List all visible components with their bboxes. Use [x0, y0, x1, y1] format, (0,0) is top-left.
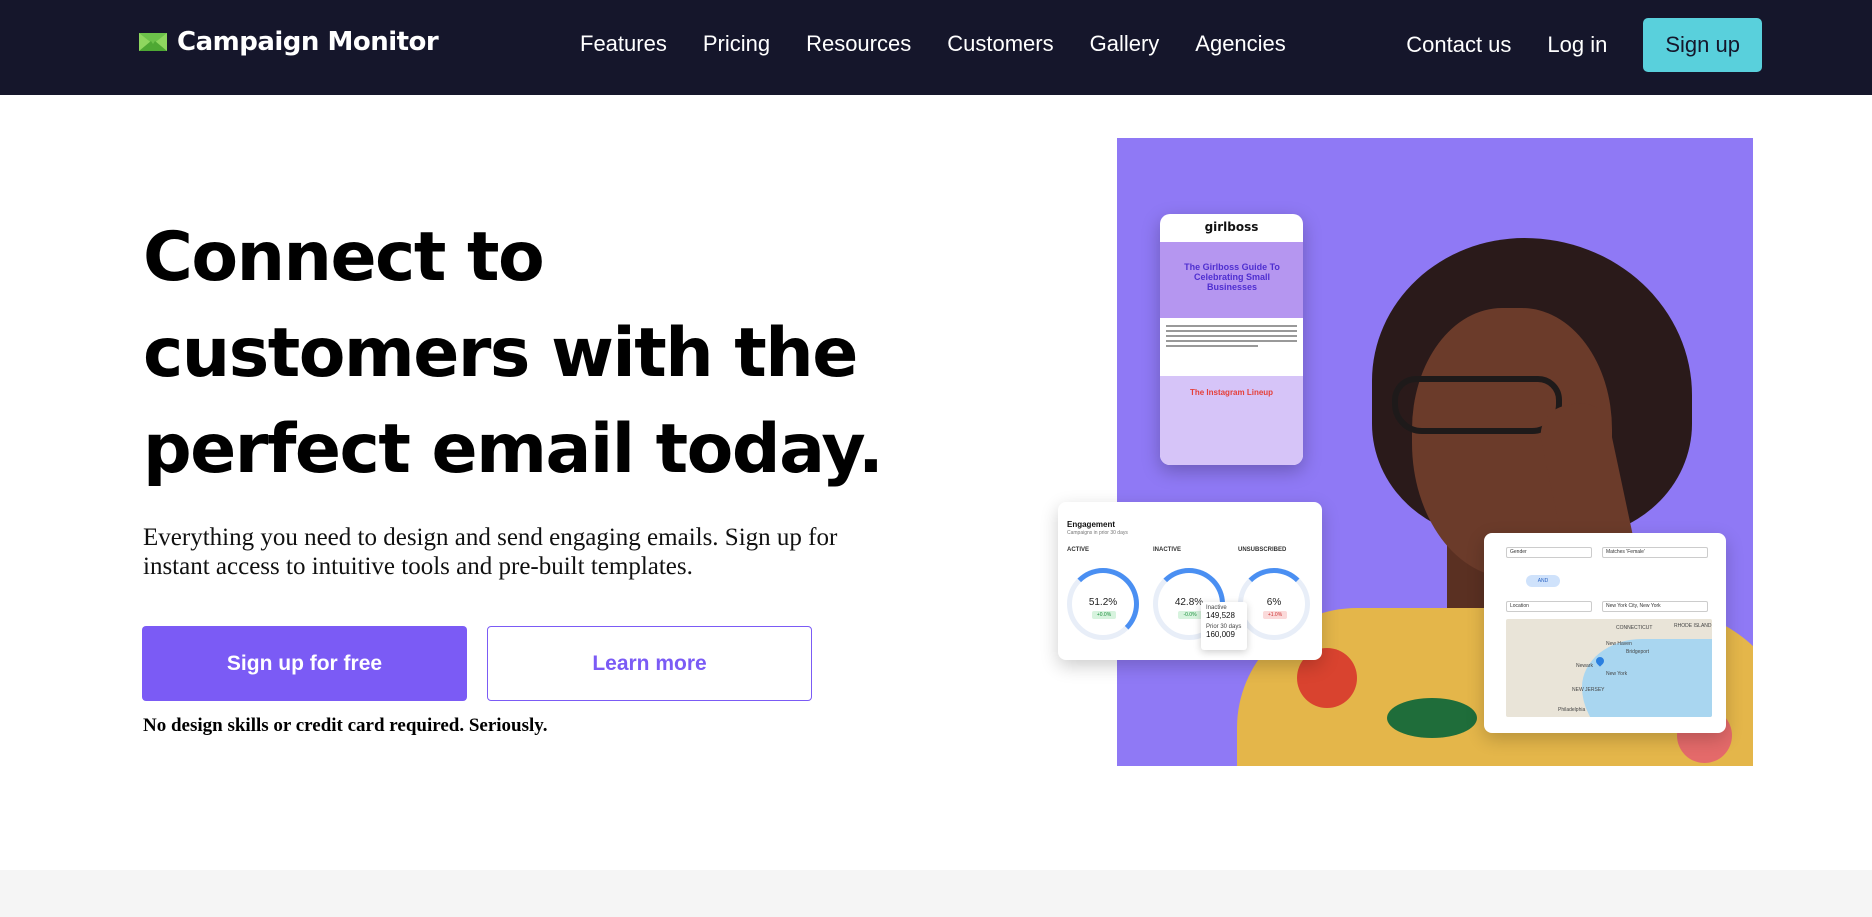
tooltip-prior-value: 160,009	[1206, 630, 1235, 639]
signup-free-button[interactable]: Sign up for free	[142, 626, 467, 701]
map-label: New York	[1606, 671, 1628, 677]
map-label: RHODE ISLAND	[1674, 623, 1712, 629]
hero-title: Connect to customers with the perfect em…	[143, 218, 884, 489]
email-banner-title: The Girlboss Guide To Celebrating Small …	[1184, 262, 1280, 292]
signup-button[interactable]: Sign up	[1643, 18, 1762, 72]
shirt-leaf	[1387, 698, 1477, 738]
contact-link[interactable]: Contact us	[1406, 32, 1511, 58]
nav-link-agencies[interactable]: Agencies	[1195, 31, 1286, 57]
tooltip-value: 149,528	[1206, 611, 1235, 620]
nav-link-pricing[interactable]: Pricing	[703, 31, 770, 57]
map-label: Bridgeport	[1626, 649, 1650, 655]
location-map: CONNECTICUT RHODE ISLAND New Haven Bridg…	[1506, 619, 1712, 717]
email-body-text	[1160, 318, 1303, 376]
text-line	[1166, 330, 1297, 332]
inactive-delta: -0.0%	[1178, 611, 1202, 619]
unsubscribed-value: 6%	[1266, 597, 1282, 608]
map-label: CONNECTICUT	[1616, 625, 1653, 631]
email-lower-section: The Instagram Lineup	[1160, 376, 1303, 465]
segment-filter-card: Gender Matches 'Female' AND Location New…	[1484, 533, 1726, 733]
top-nav: Campaign Monitor Features Pricing Resour…	[0, 0, 1872, 95]
unsubscribed-delta: +1.0%	[1263, 611, 1287, 619]
text-line	[1166, 325, 1297, 327]
active-delta: +0.0%	[1092, 611, 1116, 619]
engagement-title: Engagement	[1067, 520, 1116, 529]
map-label: Philadelphia	[1558, 707, 1586, 713]
login-link[interactable]: Log in	[1547, 32, 1607, 58]
active-ring: 51.2% +0.0%	[1067, 568, 1139, 640]
learn-more-button[interactable]: Learn more	[487, 626, 812, 701]
nav-link-resources[interactable]: Resources	[806, 31, 911, 57]
brand-logo[interactable]: Campaign Monitor	[139, 27, 439, 57]
and-chip: AND	[1526, 575, 1560, 587]
text-line	[1166, 335, 1297, 337]
brand-name: Campaign Monitor	[177, 27, 439, 57]
engagement-subtitle: Campaigns in prior 30 days	[1067, 530, 1128, 536]
text-line	[1166, 345, 1258, 347]
map-label: New Haven	[1606, 641, 1632, 647]
hero-subtitle: Everything you need to design and send e…	[143, 524, 838, 580]
secondary-nav: Contact us Log in Sign up	[1406, 18, 1762, 72]
email-banner: The Girlboss Guide To Celebrating Small …	[1160, 242, 1303, 318]
email-brand: girlboss	[1204, 220, 1259, 234]
logo-mark-icon	[139, 33, 167, 51]
unsubscribed-ring: 6% +1.0%	[1238, 568, 1310, 640]
fine-print: No design skills or credit card required…	[143, 715, 548, 736]
label-active: ACTIVE	[1067, 547, 1090, 553]
nav-link-features[interactable]: Features	[580, 31, 667, 57]
location-search-input[interactable]: New York City, New York	[1602, 601, 1708, 612]
glasses-illustration	[1392, 376, 1562, 434]
engagement-card: Engagement Campaigns in prior 30 days AC…	[1058, 502, 1322, 660]
email-preview-card: girlboss The Girlboss Guide To Celebrati…	[1160, 214, 1303, 465]
filter-field-dropdown[interactable]: Gender	[1506, 547, 1592, 558]
nav-link-customers[interactable]: Customers	[947, 31, 1053, 57]
label-inactive: INACTIVE	[1153, 547, 1182, 553]
location-field-dropdown[interactable]: Location	[1506, 601, 1592, 612]
map-label: Newark	[1576, 663, 1593, 669]
nav-link-gallery[interactable]: Gallery	[1090, 31, 1160, 57]
label-unsubscribed: UNSUBSCRIBED	[1238, 547, 1287, 553]
email-section-title: The Instagram Lineup	[1189, 388, 1274, 397]
filter-operator-dropdown[interactable]: Matches 'Female'	[1602, 547, 1708, 558]
inactive-tooltip: Inactive 149,528 Prior 30 days 160,009	[1201, 602, 1247, 650]
active-value: 51.2%	[1088, 597, 1118, 608]
primary-nav: Features Pricing Resources Customers Gal…	[580, 31, 1286, 57]
text-line	[1166, 340, 1297, 342]
next-section-band	[0, 870, 1872, 917]
map-label: NEW JERSEY	[1572, 687, 1605, 693]
